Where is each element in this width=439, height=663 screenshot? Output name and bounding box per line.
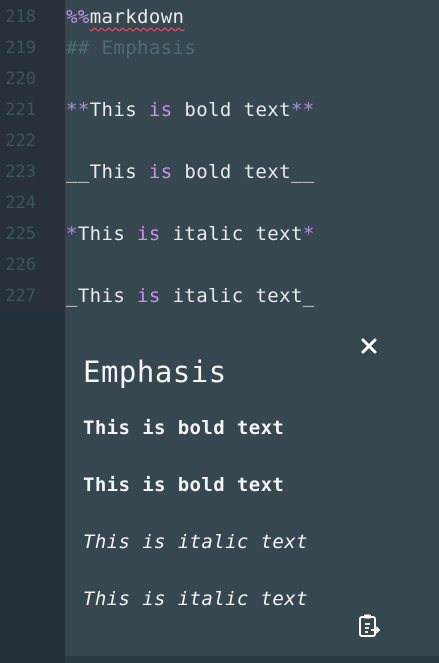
code-token: bold text [172,99,291,121]
code-line[interactable]: 223 __This is bold text__ [0,157,439,188]
line-number: 218 [5,7,36,27]
code-token: ## Emphasis [66,37,197,59]
code-token: italic text [160,223,303,245]
code-token: __This [66,161,149,183]
gutter-empty-area [0,312,65,663]
line-number: 219 [5,38,36,58]
code-token: %% [66,6,90,28]
code-token: _This [66,285,138,307]
line-number: 226 [5,255,36,275]
code-token: ** [290,99,315,121]
code-token: markdown [89,6,185,28]
preview-heading: Emphasis [83,355,227,389]
line-number: 221 [5,100,36,120]
code-line[interactable]: 226 [0,250,439,281]
code-text: *This is italic text* [66,219,315,250]
code-token: * [66,223,78,245]
code-token: is [148,99,173,121]
line-number: 220 [5,69,36,89]
preview-bold-text-1: This is bold text [83,417,285,439]
code-text: **This is bold text** [66,95,315,126]
code-line[interactable]: 225 *This is italic text* [0,219,439,250]
code-token: is [148,161,173,183]
preview-bold-text-2: This is bold text [83,474,285,496]
code-text: __This is bold text__ [66,157,315,188]
code-line[interactable]: 222 [0,126,439,157]
line-number: 223 [5,162,36,182]
code-token: This [89,99,149,121]
code-line[interactable]: 219 ## Emphasis [0,33,439,64]
code-line[interactable]: 218 %%markdown [0,2,439,33]
code-token: ** [66,99,90,121]
code-token: is [137,285,161,307]
code-text: ## Emphasis [66,33,196,64]
code-line[interactable]: 221 **This is bold text** [0,95,439,126]
code-token: This [77,223,138,245]
code-token: italic text_ [160,285,315,307]
markdown-preview-panel: Emphasis This is bold text This is bold … [65,312,439,656]
preview-italic-text-2: This is italic text [83,588,308,610]
close-icon [361,338,377,354]
code-text: %%markdown [66,2,184,33]
line-number: 225 [5,224,36,244]
code-token: bold text__ [172,161,315,183]
clipboard-copy-icon [359,614,381,637]
code-line[interactable]: 220 [0,64,439,95]
copy-to-clipboard-button[interactable] [355,612,383,640]
close-preview-button[interactable] [355,332,383,360]
line-number: 227 [5,286,36,306]
code-token: is [137,223,161,245]
preview-italic-text-1: This is italic text [83,531,308,553]
code-text: _This is italic text_ [66,281,315,312]
code-line[interactable]: 227 _This is italic text_ [0,281,439,312]
line-number: 222 [5,131,36,151]
code-line[interactable]: 224 [0,188,439,219]
code-token: * [302,223,315,245]
line-number: 224 [5,193,36,213]
